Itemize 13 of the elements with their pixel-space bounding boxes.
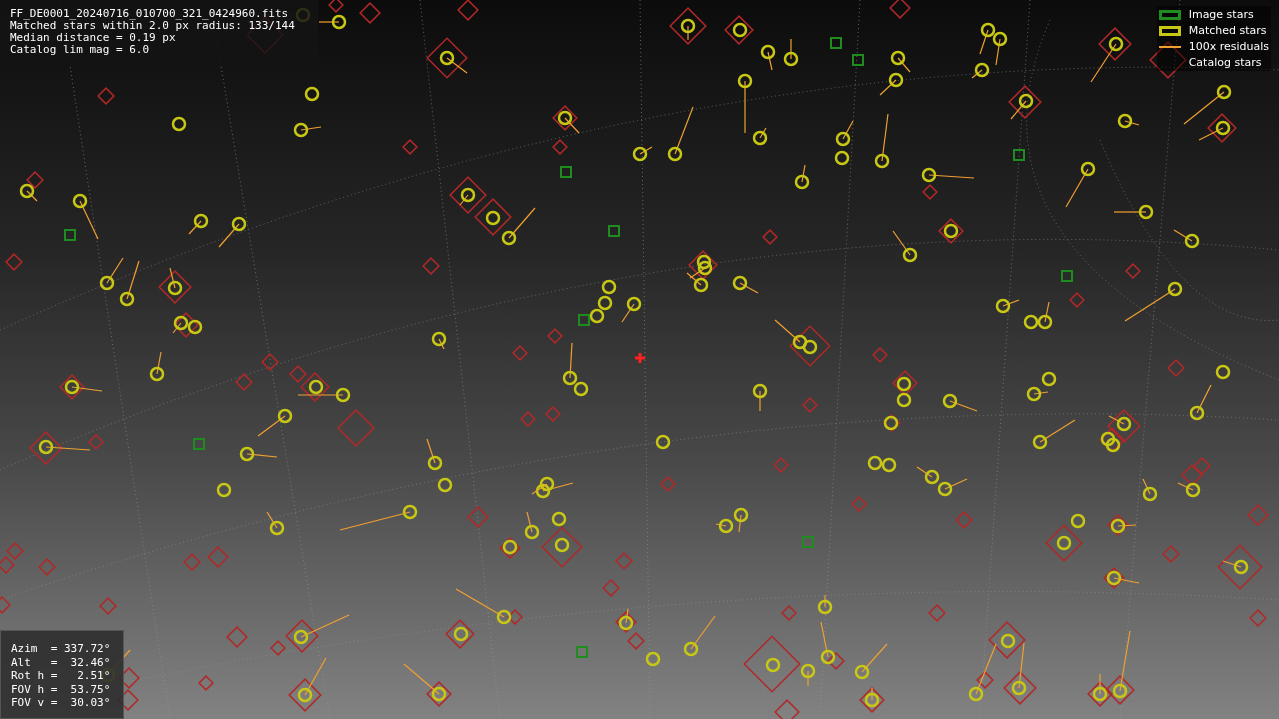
info-text: FF_DE0001_20240716_010700_321_0424960.fits [10, 8, 290, 20]
legend-label: Image stars [1188, 8, 1254, 21]
legend-label: Matched stars [1188, 24, 1267, 37]
info-text: Median distance = 0.19 px [10, 32, 177, 44]
pointing-value: Alt = 32.46° [11, 655, 112, 669]
info-text: Matched stars within 2.0 px radius: 133/144 [10, 20, 296, 32]
info-text: Catalog lim mag = 6.0 [10, 44, 151, 56]
legend-label: 100x residuals [1188, 40, 1269, 53]
legend-label: Catalog stars [1188, 56, 1262, 69]
pointing-value: FOV h = 53.75° [11, 682, 112, 696]
pointing-value: Rot h = 2.51° [11, 669, 112, 683]
pointing-value: Azim = 337.72° [11, 642, 112, 656]
pointing-value: FOV v = 30.03° [11, 696, 112, 710]
